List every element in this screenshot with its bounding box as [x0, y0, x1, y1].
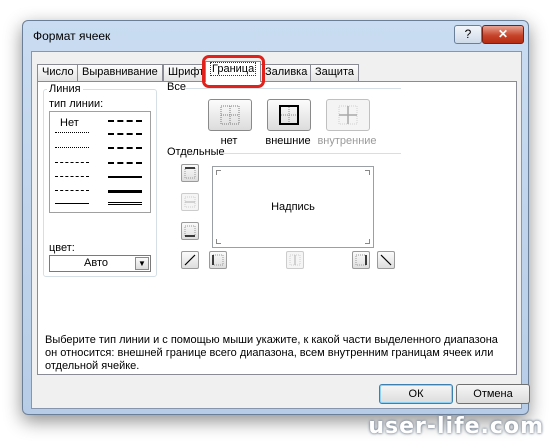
- border-top-button[interactable]: [181, 164, 199, 182]
- border-inner-horizontal-button: [181, 193, 199, 211]
- preset-inside-button: [326, 99, 370, 131]
- preset-none-button[interactable]: [208, 99, 252, 131]
- preview-text: Надпись: [271, 201, 315, 213]
- color-label: цвет:: [49, 242, 75, 254]
- line-style-thin[interactable]: [55, 203, 89, 204]
- border-left-button[interactable]: [209, 251, 227, 269]
- line-style-dash-dot[interactable]: [55, 176, 89, 177]
- border-right-button[interactable]: [352, 251, 370, 269]
- tab-number[interactable]: Число: [37, 64, 79, 81]
- preview-corner-mark: [216, 170, 221, 175]
- ok-button[interactable]: ОК: [379, 384, 453, 404]
- preview-corner-mark: [365, 170, 370, 175]
- border-preview[interactable]: Надпись: [212, 166, 374, 248]
- preset-inside-label: внутренние: [317, 135, 377, 147]
- active-tab-highlight: [202, 55, 265, 88]
- line-style-medium-dash-dot-dot[interactable]: [108, 120, 142, 122]
- border-diagonal-down-button[interactable]: [377, 251, 395, 269]
- preset-outline-button[interactable]: [267, 99, 311, 131]
- border-tab-panel: Линия тип линии: Нет цвет: Авто ▼ Все не…: [37, 81, 517, 375]
- tab-fill[interactable]: Заливка: [260, 64, 313, 81]
- border-outline-icon: [279, 105, 299, 125]
- line-style-list[interactable]: Нет: [49, 111, 151, 213]
- line-style-medium[interactable]: [108, 176, 142, 178]
- dropdown-arrow-icon[interactable]: ▼: [135, 257, 149, 270]
- line-style-dotted[interactable]: [55, 147, 89, 148]
- border-bottom-icon: [184, 225, 196, 237]
- line-group-title: Линия: [47, 83, 83, 95]
- preview-corner-mark: [216, 239, 221, 244]
- border-right-icon: [355, 254, 367, 266]
- border-inner-vertical-button: [286, 251, 304, 269]
- line-style-thick[interactable]: [108, 190, 142, 193]
- color-select[interactable]: Авто ▼: [49, 255, 151, 272]
- diagonal-down-icon: [380, 254, 392, 266]
- border-bottom-button[interactable]: [181, 222, 199, 240]
- help-button[interactable]: ?: [454, 25, 482, 44]
- border-diagonal-up-button[interactable]: [181, 251, 199, 269]
- line-style-hair[interactable]: [55, 132, 89, 133]
- presets-separator: [186, 88, 401, 89]
- dialog-client-area: Число Выравнивание Шрифт Граница Заливка…: [31, 51, 530, 409]
- border-inside-icon: [338, 105, 358, 125]
- line-style-dashed[interactable]: [55, 190, 89, 191]
- border-inner-horizontal-icon: [184, 196, 196, 208]
- close-button[interactable]: ✕: [482, 25, 524, 44]
- presets-title: Все: [167, 81, 186, 93]
- border-none-icon: [220, 105, 240, 125]
- window-title: Формат ячеек: [33, 29, 111, 43]
- preset-outline-label: внешние: [265, 135, 311, 147]
- line-style-slant-dash-dot[interactable]: [108, 133, 142, 135]
- tab-alignment[interactable]: Выравнивание: [77, 64, 163, 81]
- individual-separator: [220, 153, 401, 154]
- line-style-dash-dot-dot[interactable]: [55, 162, 89, 163]
- border-top-icon: [184, 167, 196, 179]
- title-bar: Формат ячеек ? ✕: [23, 21, 528, 49]
- line-style-medium-dash-dot[interactable]: [108, 147, 142, 149]
- tab-protection[interactable]: Защита: [310, 64, 359, 81]
- help-text: Выберите тип линии и с помощью мыши укаж…: [45, 334, 498, 372]
- color-select-value: Авто: [84, 257, 108, 269]
- line-type-label: тип линии:: [49, 98, 104, 110]
- diagonal-up-icon: [184, 254, 196, 266]
- line-style-none[interactable]: Нет: [60, 117, 79, 129]
- preview-corner-mark: [365, 239, 370, 244]
- line-style-double[interactable]: [108, 202, 142, 205]
- cancel-button[interactable]: Отмена: [456, 384, 530, 404]
- border-left-icon: [212, 254, 224, 266]
- border-inner-vertical-icon: [289, 254, 301, 266]
- format-cells-dialog: Формат ячеек ? ✕ Число Выравнивание Шриф…: [22, 20, 530, 415]
- line-style-medium-dashed[interactable]: [108, 162, 142, 164]
- watermark: user-life.com: [368, 414, 544, 439]
- individual-title: Отдельные: [167, 146, 225, 158]
